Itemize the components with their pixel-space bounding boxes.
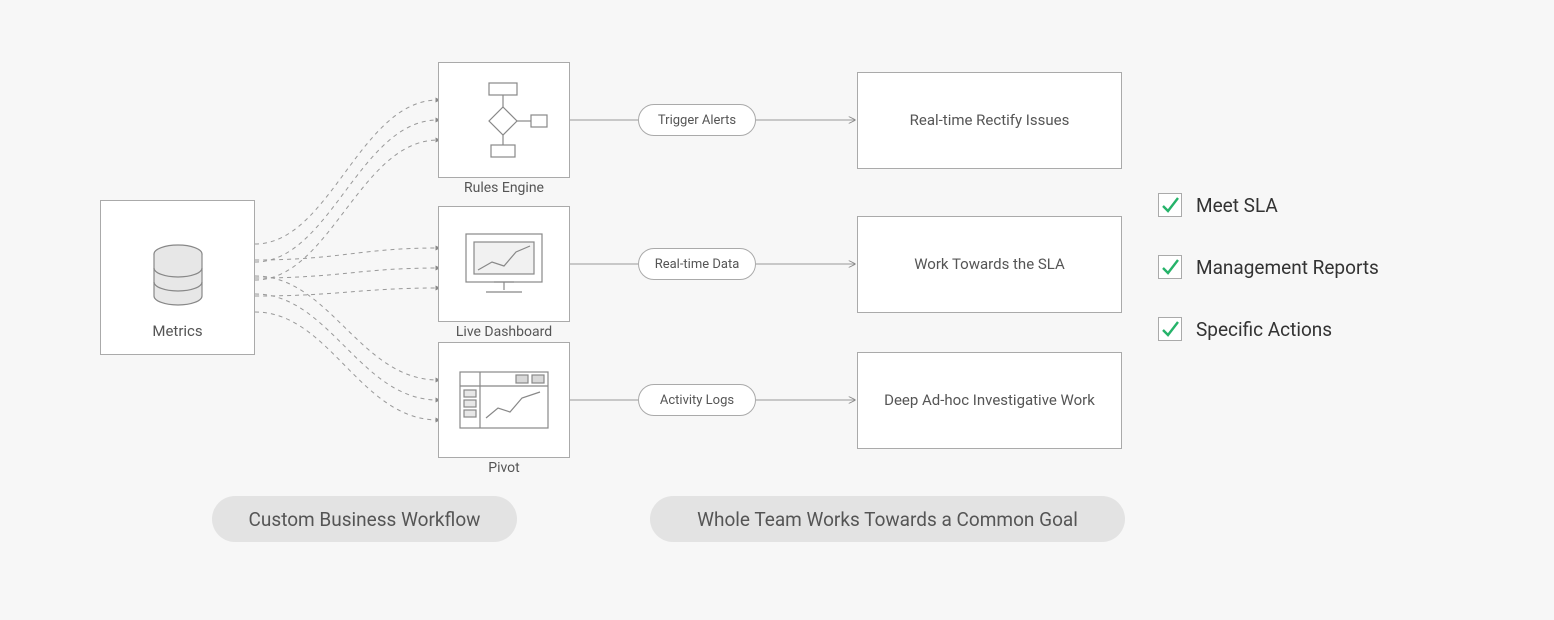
activity-logs-pill: Activity Logs xyxy=(638,384,756,416)
diagram-stage: Metrics Rules Engine Live Dashboard xyxy=(0,0,1554,620)
check-meet-sla: Meet SLA xyxy=(1158,193,1379,217)
live-dashboard-label: Live Dashboard xyxy=(438,324,570,340)
check-specific-actions: Specific Actions xyxy=(1158,317,1379,341)
real-time-data-pill: Real-time Data xyxy=(638,248,756,280)
check-management-reports: Management Reports xyxy=(1158,255,1379,279)
result-sla: Work Towards the SLA xyxy=(857,216,1122,313)
pivot-table-icon xyxy=(456,366,552,434)
pivot-node xyxy=(438,342,570,458)
result-rectify: Real-time Rectify Issues xyxy=(857,72,1122,169)
rules-engine-node xyxy=(438,62,570,178)
result-investigate: Deep Ad-hoc Investigative Work xyxy=(857,352,1122,449)
monitor-chart-icon xyxy=(458,228,550,300)
metrics-label: Metrics xyxy=(152,322,202,340)
check-label: Management Reports xyxy=(1196,256,1379,279)
pivot-label: Pivot xyxy=(438,460,570,476)
footer-left: Custom Business Workflow xyxy=(212,496,517,542)
metrics-node: Metrics xyxy=(100,200,255,355)
check-label: Meet SLA xyxy=(1196,194,1278,217)
trigger-alerts-pill: Trigger Alerts xyxy=(638,104,756,136)
live-dashboard-node xyxy=(438,206,570,322)
checklist: Meet SLA Management Reports Specific Act… xyxy=(1158,193,1379,341)
checkbox-icon xyxy=(1158,255,1182,279)
footer-right: Whole Team Works Towards a Common Goal xyxy=(650,496,1125,542)
checkbox-icon xyxy=(1158,317,1182,341)
database-icon xyxy=(148,244,208,312)
checkbox-icon xyxy=(1158,193,1182,217)
check-label: Specific Actions xyxy=(1196,318,1332,341)
rules-engine-label: Rules Engine xyxy=(438,180,570,196)
flowchart-icon xyxy=(459,81,549,159)
